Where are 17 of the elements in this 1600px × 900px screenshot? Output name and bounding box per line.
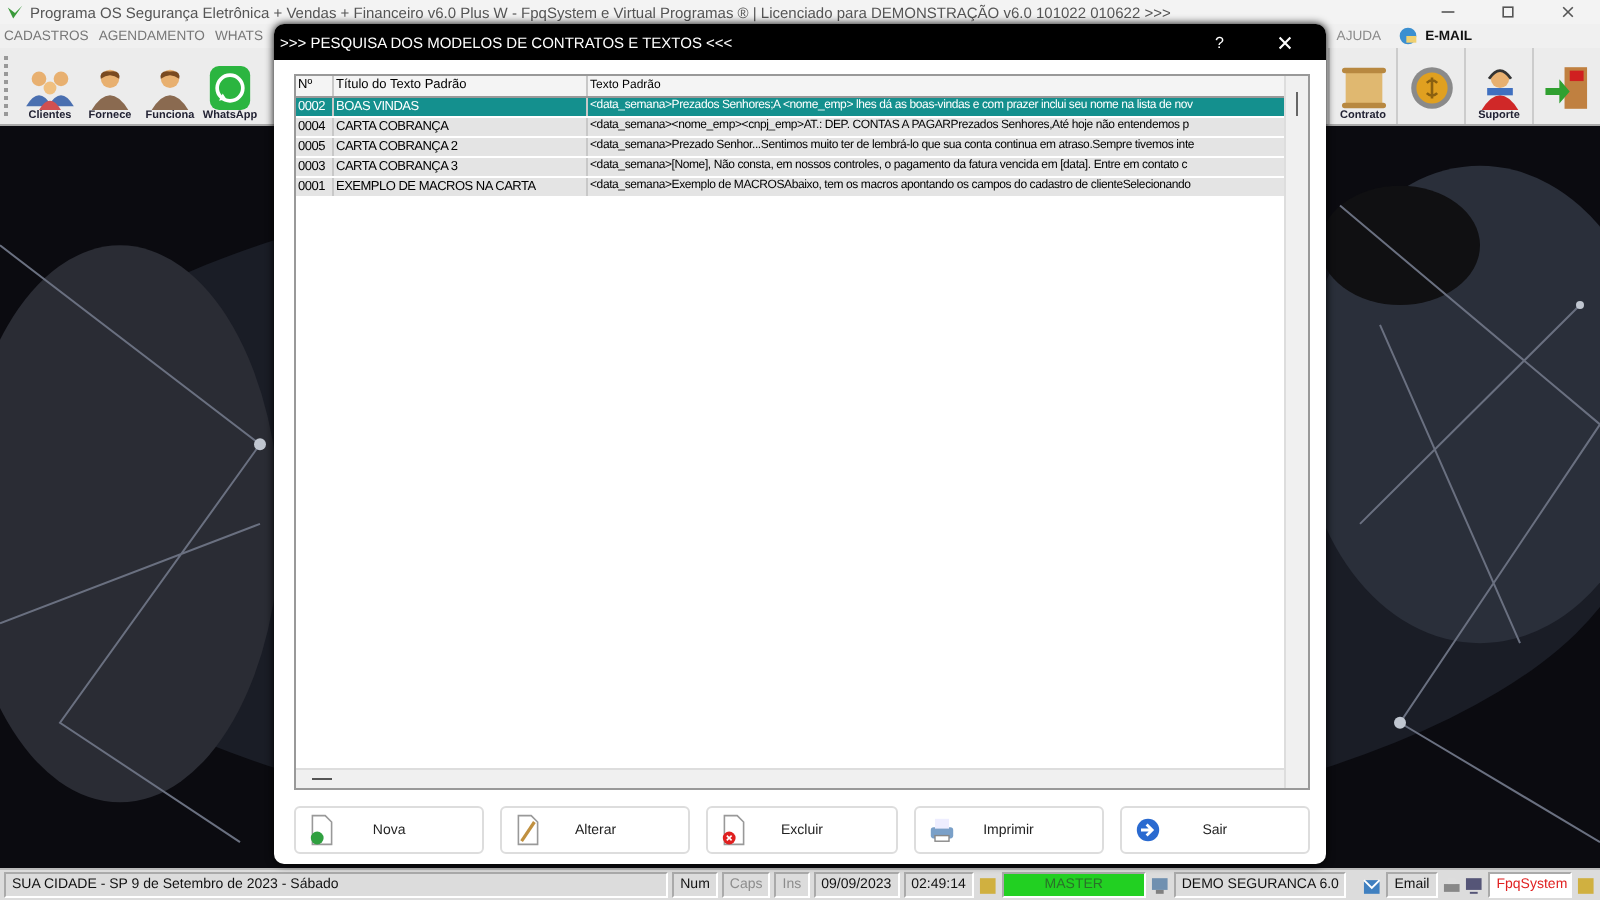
- restore-icon[interactable]: [1500, 4, 1516, 20]
- exit-door-icon: [1541, 62, 1593, 114]
- people-icon: [22, 66, 78, 110]
- coin-icon: [1405, 62, 1457, 114]
- help-button[interactable]: ?: [1207, 33, 1232, 51]
- new-document-icon: [308, 814, 336, 846]
- horizontal-scrollbar[interactable]: [296, 768, 1284, 788]
- globe-mail-icon: [1397, 26, 1418, 46]
- vertical-scrollbar[interactable]: [1284, 76, 1308, 788]
- app-logo-icon: [6, 3, 24, 21]
- delete-document-icon: [720, 814, 749, 846]
- close-icon[interactable]: [1560, 4, 1576, 20]
- monitor-icon[interactable]: [1464, 875, 1485, 895]
- computer-icon: [1150, 875, 1170, 895]
- mail-icon: [1362, 875, 1383, 895]
- arrow-circle-icon: [1133, 814, 1162, 846]
- pencil-document-icon: [514, 814, 543, 846]
